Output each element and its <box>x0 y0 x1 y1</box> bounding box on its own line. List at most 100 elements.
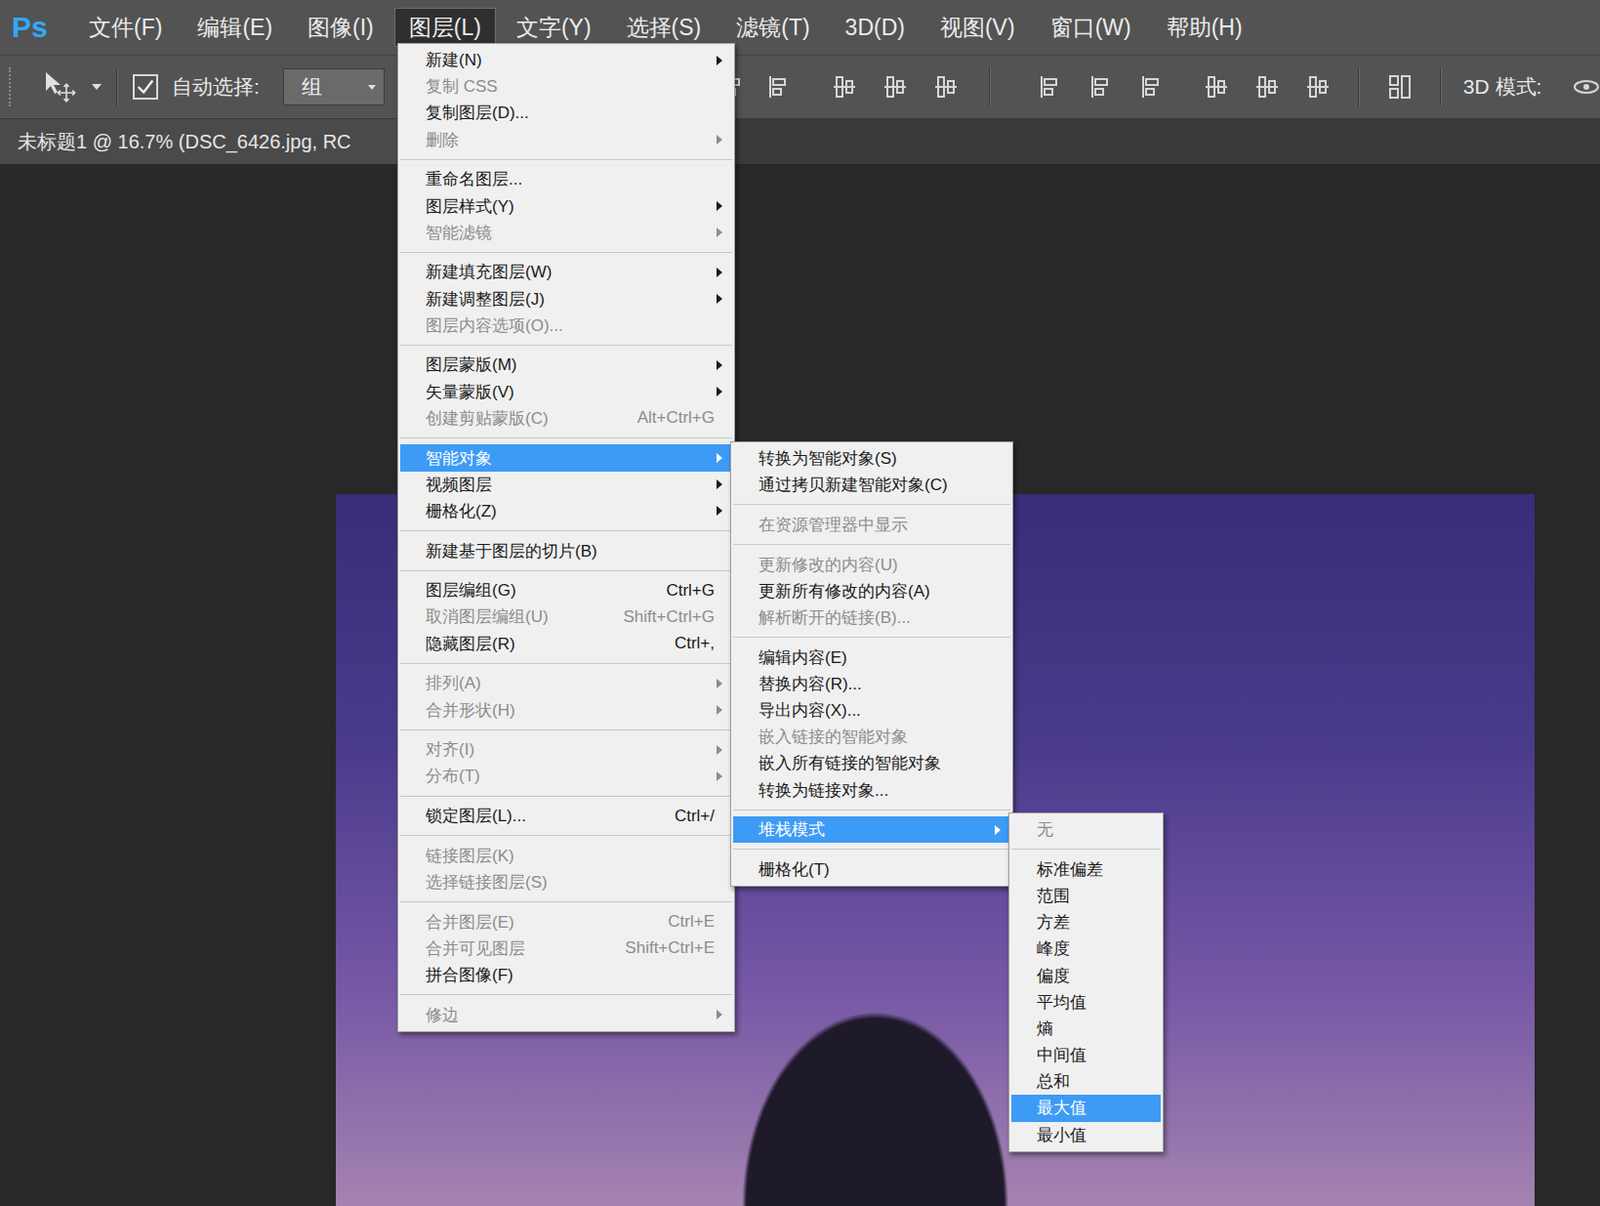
menu-item-label: 偏度 <box>1036 964 1144 987</box>
menu-bar-item[interactable]: 视图(V) <box>925 7 1030 47</box>
menu-item[interactable]: 复制 CSS <box>400 73 733 100</box>
menu-item[interactable]: 矢量蒙版(V) <box>400 378 733 406</box>
menu-bar-item[interactable]: 窗口(W) <box>1035 7 1147 47</box>
menu-separator <box>400 729 733 731</box>
menu-item[interactable]: 合并可见图层Shift+Ctrl+E <box>400 935 733 962</box>
menu-item-label: 修边 <box>425 1003 715 1026</box>
menu-item[interactable]: 链接图层(K) <box>400 842 733 869</box>
menu-item[interactable]: 取消图层编组(U)Shift+Ctrl+G <box>400 603 733 630</box>
submenu-arrow-icon <box>716 267 723 278</box>
menu-item[interactable]: 锁定图层(L)...Ctrl+/ <box>400 802 733 829</box>
menu-item[interactable]: 更新所有修改的内容(A) <box>733 577 1011 605</box>
align-button-group <box>1014 67 1167 107</box>
menu-item[interactable]: 无 <box>1011 816 1161 843</box>
menu-bar: Ps 文件(F)编辑(E)图像(I)图层(L)文字(Y)选择(S)滤镜(T)3D(… <box>0 0 1600 55</box>
menu-item[interactable]: 复制图层(D)... <box>400 99 733 126</box>
move-tool-icon[interactable] <box>42 69 79 105</box>
align-button-group <box>1384 67 1416 107</box>
menu-bar-item[interactable]: 选择(S) <box>612 7 717 47</box>
menu-item[interactable]: 图层内容选项(O)... <box>400 312 733 339</box>
menu-item[interactable]: 标准偏差 <box>1011 856 1161 883</box>
menu-item[interactable]: 方差 <box>1011 908 1161 936</box>
align-icon[interactable] <box>1384 71 1416 103</box>
align-icon[interactable] <box>1302 71 1334 103</box>
menu-item[interactable]: 删除 <box>400 126 733 154</box>
3d-orbit-icon[interactable] <box>1570 71 1600 103</box>
menu-item[interactable]: 合并图层(E)Ctrl+E <box>400 908 733 936</box>
menu-bar-item[interactable]: 图层(L) <box>394 7 496 47</box>
menu-item[interactable]: 创建剪贴蒙版(C)Alt+Ctrl+G <box>400 405 733 432</box>
menu-item-label: 导出内容(X)... <box>758 698 993 722</box>
menu-item[interactable]: 峰度 <box>1011 935 1161 962</box>
menu-item[interactable]: 新建填充图层(W) <box>400 258 733 286</box>
menu-item[interactable]: 重命名图层... <box>400 165 733 193</box>
align-icon[interactable] <box>1033 71 1066 103</box>
menu-item[interactable]: 替换内容(R)... <box>733 670 1011 698</box>
menu-bar-item[interactable]: 图像(I) <box>292 7 389 47</box>
menu-item[interactable]: 新建(N) <box>400 46 733 74</box>
menu-item[interactable]: 合并形状(H) <box>400 696 733 723</box>
align-icon[interactable] <box>1084 71 1116 103</box>
menu-item[interactable]: 分布(T) <box>400 762 733 789</box>
menu-item[interactable]: 在资源管理器中显示 <box>733 511 1011 538</box>
align-icon[interactable] <box>1251 71 1283 103</box>
menu-item[interactable]: 范围 <box>1011 882 1161 909</box>
menu-item[interactable]: 偏度 <box>1011 961 1161 988</box>
ps-logo[interactable]: Ps <box>11 10 55 44</box>
menu-item[interactable]: 导出内容(X)... <box>733 697 1011 724</box>
menu-item[interactable]: 修边 <box>400 1001 733 1028</box>
menu-item[interactable]: 编辑内容(E) <box>733 644 1011 671</box>
menu-item[interactable]: 智能对象 <box>400 444 733 471</box>
menu-item[interactable]: 图层蒙版(M) <box>400 351 733 378</box>
align-icon[interactable] <box>828 71 861 103</box>
menu-item[interactable]: 熵 <box>1011 1015 1161 1042</box>
menu-item[interactable]: 通过拷贝新建智能对象(C) <box>733 471 1011 498</box>
align-icon[interactable] <box>930 71 962 103</box>
menu-item[interactable]: 中间值 <box>1011 1041 1161 1068</box>
menu-item[interactable]: 最小值 <box>1011 1121 1161 1149</box>
align-icon[interactable] <box>879 71 911 103</box>
menu-bar-item[interactable]: 帮助(H) <box>1151 7 1258 47</box>
menu-item[interactable]: 平均值 <box>1011 988 1161 1016</box>
auto-select-dropdown[interactable]: 组 <box>283 68 385 106</box>
tool-preset-caret-icon[interactable] <box>91 83 102 90</box>
menu-bar-item[interactable]: 编辑(E) <box>182 7 288 47</box>
menu-item[interactable]: 图层编组(G)Ctrl+G <box>400 576 733 604</box>
menu-item-label: 平均值 <box>1036 990 1144 1014</box>
menu-item[interactable]: 图层样式(Y) <box>400 192 733 219</box>
menu-item[interactable]: 新建调整图层(J) <box>400 286 733 313</box>
menu-item[interactable]: 堆栈模式 <box>733 816 1011 843</box>
menu-item-label: 嵌入所有链接的智能对象 <box>758 751 993 775</box>
menu-item-label: 图层样式(Y) <box>425 195 715 218</box>
menu-separator <box>733 848 1011 850</box>
menu-item[interactable]: 转换为智能对象(S) <box>733 445 1011 472</box>
menu-bar-item[interactable]: 文字(Y) <box>501 7 607 47</box>
menu-item[interactable]: 选择链接图层(S) <box>400 868 733 896</box>
menu-item[interactable]: 栅格化(Z) <box>400 497 733 525</box>
menu-bar-item[interactable]: 3D(D) <box>830 7 920 47</box>
menu-bar-item[interactable]: 文件(F) <box>74 7 177 47</box>
menu-item[interactable]: 解析断开的链接(B)... <box>733 604 1011 631</box>
menu-item[interactable]: 拼合图像(F) <box>400 961 733 988</box>
menu-item[interactable]: 最大值 <box>1011 1094 1161 1121</box>
menu-separator <box>400 993 733 995</box>
menu-item[interactable]: 嵌入链接的智能对象 <box>733 723 1011 750</box>
menu-item[interactable]: 视频图层 <box>400 471 733 498</box>
menu-item[interactable]: 嵌入所有链接的智能对象 <box>733 749 1011 777</box>
align-icon[interactable] <box>1200 71 1232 103</box>
menu-item[interactable]: 更新修改的内容(U) <box>733 551 1011 578</box>
menu-item[interactable]: 新建基于图层的切片(B) <box>400 537 733 565</box>
menu-bar-item[interactable]: 滤镜(T) <box>721 7 824 47</box>
auto-select-checkbox[interactable] <box>132 74 159 100</box>
menu-item[interactable]: 智能滤镜 <box>400 219 733 247</box>
menu-item[interactable]: 隐藏图层(R)Ctrl+, <box>400 630 733 657</box>
align-icon[interactable] <box>762 71 794 103</box>
align-icon[interactable] <box>1135 71 1167 103</box>
menu-separator <box>400 344 733 346</box>
menu-item[interactable]: 总和 <box>1011 1067 1161 1095</box>
menu-item-label: 转换为链接对象... <box>758 779 993 802</box>
menu-item[interactable]: 转换为链接对象... <box>733 777 1011 804</box>
menu-item[interactable]: 排列(A) <box>400 669 733 697</box>
menu-item[interactable]: 栅格化(T) <box>733 856 1011 883</box>
menu-item[interactable]: 对齐(I) <box>400 736 733 763</box>
